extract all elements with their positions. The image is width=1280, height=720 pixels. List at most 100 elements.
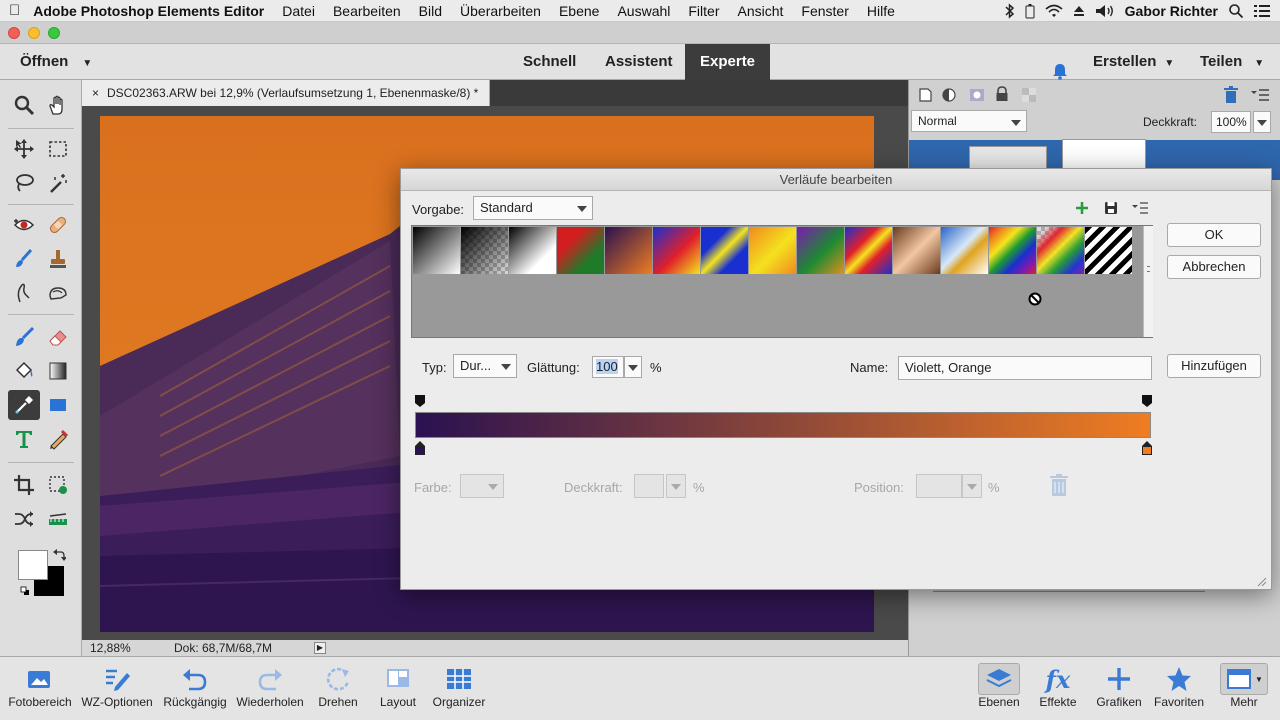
gradient-swatch[interactable] — [653, 227, 700, 274]
redo-button[interactable]: Wiederholen — [232, 663, 308, 709]
lock-icon[interactable] — [995, 86, 1009, 102]
gradient-swatch[interactable] — [845, 227, 892, 274]
menu-fenster[interactable]: Fenster — [792, 3, 857, 19]
menu-datei[interactable]: Datei — [273, 3, 324, 19]
move-tool[interactable] — [8, 134, 40, 164]
cancel-button[interactable]: Abbrechen — [1167, 255, 1261, 279]
color-stop-right[interactable] — [1142, 441, 1152, 455]
menu-ebene[interactable]: Ebene — [550, 3, 608, 19]
content-aware-move-tool[interactable] — [8, 504, 40, 534]
ok-button[interactable]: OK — [1167, 223, 1261, 247]
healing-brush-tool[interactable] — [42, 210, 74, 240]
open-button[interactable]: Öffnen ▼ — [20, 44, 92, 80]
sponge-tool[interactable] — [42, 278, 74, 308]
color-stop-left[interactable] — [415, 441, 425, 455]
share-button[interactable]: Teilen ▼ — [1200, 44, 1264, 80]
preset-select[interactable]: Standard — [473, 196, 593, 220]
stop-color-select[interactable] — [460, 474, 504, 498]
gradient-swatch[interactable] — [509, 227, 556, 274]
menu-ansicht[interactable]: Ansicht — [729, 3, 793, 19]
eraser-tool[interactable] — [42, 322, 74, 352]
minimize-window-button[interactable] — [28, 27, 40, 39]
layer-mask-icon[interactable] — [969, 87, 985, 103]
menu-filter[interactable]: Filter — [679, 3, 728, 19]
zoom-window-button[interactable] — [48, 27, 60, 39]
layers-panel-button[interactable]: Ebenen — [972, 663, 1026, 709]
gradient-preview-bar[interactable] — [415, 412, 1151, 438]
shape-tool[interactable] — [42, 390, 74, 420]
panel-menu-icon[interactable] — [1251, 88, 1269, 102]
graphics-panel-button[interactable]: Grafiken — [1090, 663, 1148, 709]
smart-brush-tool[interactable] — [8, 244, 40, 274]
smoothness-dropdown-arrow[interactable] — [624, 356, 642, 378]
favorites-panel-button[interactable]: Favoriten — [1150, 663, 1208, 709]
layout-button[interactable]: Layout — [372, 663, 424, 709]
stop-position-field[interactable] — [916, 474, 962, 498]
menu-bearbeiten[interactable]: Bearbeiten — [324, 3, 410, 19]
opacity-stop-left[interactable] — [415, 395, 425, 407]
gradient-swatch[interactable] — [989, 227, 1036, 274]
opacity-stop-right[interactable] — [1142, 395, 1152, 407]
menu-ueberarbeiten[interactable]: Überarbeiten — [451, 3, 550, 19]
smoothness-field[interactable]: 100 — [592, 356, 624, 378]
gradient-swatch[interactable] — [557, 227, 604, 274]
undo-button[interactable]: Rückgängig — [158, 663, 232, 709]
user-name[interactable]: Gabor Richter — [1125, 3, 1218, 19]
stop-opacity-field[interactable] — [634, 474, 664, 498]
close-document-icon[interactable]: × — [92, 86, 99, 100]
gradient-swatch[interactable] — [605, 227, 652, 274]
blur-tool[interactable] — [8, 278, 40, 308]
bluetooth-icon[interactable] — [1005, 2, 1015, 19]
adjustment-layer-icon[interactable] — [941, 87, 959, 103]
tab-schnell[interactable]: Schnell — [523, 44, 576, 80]
gradient-swatch[interactable] — [413, 227, 460, 274]
rotate-button[interactable]: Drehen — [310, 663, 366, 709]
gradient-swatch[interactable] — [1085, 227, 1132, 274]
swatches-scrollbar[interactable] — [1143, 226, 1153, 337]
menu-auswahl[interactable]: Auswahl — [608, 3, 679, 19]
clone-stamp-tool[interactable] — [42, 244, 74, 274]
apple-menu-icon[interactable]:  — [0, 2, 29, 19]
gradient-swatch[interactable] — [941, 227, 988, 274]
new-layer-icon[interactable] — [917, 87, 933, 103]
lasso-tool[interactable] — [8, 168, 40, 198]
crop-tool[interactable] — [8, 470, 40, 500]
rectangular-marquee-tool[interactable] — [42, 134, 74, 164]
gradient-swatch[interactable] — [893, 227, 940, 274]
gradient-type-select[interactable]: Dur... — [453, 354, 517, 378]
status-menu-arrow-icon[interactable]: ▶ — [314, 642, 326, 654]
gradient-swatch[interactable] — [701, 227, 748, 274]
spotlight-search-icon[interactable] — [1228, 3, 1244, 19]
add-button[interactable]: Hinzufügen — [1167, 354, 1261, 378]
delete-layer-icon[interactable] — [1223, 86, 1239, 104]
zoom-tool[interactable] — [8, 90, 40, 120]
opacity-field[interactable]: 100% — [1211, 111, 1251, 133]
wifi-icon[interactable] — [1045, 4, 1063, 18]
preset-menu-icon[interactable] — [1132, 202, 1148, 214]
delete-stop-trash-icon[interactable] — [1048, 473, 1070, 497]
straighten-tool[interactable] — [42, 504, 74, 534]
hand-tool[interactable] — [42, 90, 74, 120]
swap-colors-icon[interactable] — [52, 548, 66, 562]
zoom-level[interactable]: 12,88% — [90, 640, 131, 656]
foreground-color-swatch[interactable] — [18, 550, 48, 580]
stop-opacity-dropdown-arrow[interactable] — [666, 474, 686, 498]
notification-list-icon[interactable] — [1254, 4, 1270, 18]
tab-assistent[interactable]: Assistent — [605, 44, 673, 80]
menu-bild[interactable]: Bild — [410, 3, 451, 19]
more-panels-button[interactable]: ▼ Mehr — [1216, 663, 1272, 709]
eject-icon[interactable] — [1073, 5, 1085, 17]
blend-mode-select[interactable]: Normal — [911, 110, 1027, 132]
default-colors-icon[interactable] — [20, 586, 30, 596]
save-preset-icon[interactable] — [1104, 201, 1118, 215]
menu-hilfe[interactable]: Hilfe — [858, 3, 904, 19]
tab-experte[interactable]: Experte — [685, 44, 771, 80]
gradient-swatch[interactable] — [797, 227, 844, 274]
gradient-swatch[interactable] — [1037, 227, 1084, 274]
quick-selection-tool[interactable] — [42, 168, 74, 198]
battery-icon[interactable] — [1025, 3, 1035, 19]
lock-transparency-icon[interactable] — [1021, 87, 1037, 103]
gradient-tool[interactable] — [42, 356, 74, 386]
recompose-tool[interactable] — [42, 470, 74, 500]
photo-bin-button[interactable]: Fotobereich — [4, 663, 76, 709]
